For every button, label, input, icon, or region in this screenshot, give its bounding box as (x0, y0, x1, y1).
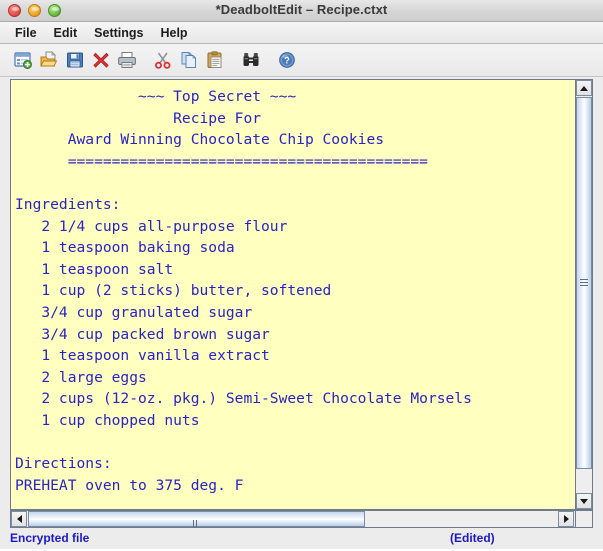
paste-clipboard-icon (207, 51, 222, 68)
toolbar-separator-3 (264, 47, 274, 73)
editor-area: ~~~ Top Secret ~~~ Recipe For Award Winn… (10, 79, 593, 546)
horizontal-scroll-thumb[interactable] (28, 511, 365, 546)
menu-item-help[interactable]: Help (152, 24, 196, 42)
print-button[interactable] (114, 47, 140, 73)
copy-icon (181, 51, 197, 68)
horizontal-scrollbar[interactable] (10, 510, 593, 546)
menu-item-edit[interactable]: Edit (46, 24, 87, 42)
help-button[interactable]: ? (274, 47, 300, 73)
scroll-grip-icon (192, 515, 201, 546)
toolbar-separator-1 (140, 47, 150, 73)
scroll-up-button[interactable] (576, 80, 592, 96)
menu-item-file[interactable]: File (7, 24, 46, 42)
window-title: *DeadboltEdit – Recipe.ctxt (215, 2, 388, 17)
vertical-scroll-thumb[interactable] (576, 97, 592, 469)
find-button[interactable] (238, 47, 264, 73)
vertical-scrollbar[interactable] (575, 79, 593, 510)
status-encryption-label: Encrypted file (10, 531, 90, 545)
open-file-button[interactable] (36, 47, 62, 73)
new-file-icon (14, 52, 32, 69)
title-bar: *DeadboltEdit – Recipe.ctxt (0, 0, 603, 22)
open-folder-icon (40, 51, 58, 67)
triangle-down-icon (580, 498, 588, 504)
toolbar-separator-2 (228, 47, 238, 73)
find-binoculars-icon (243, 53, 259, 66)
toolbar: ? (0, 44, 603, 77)
scroll-left-button[interactable] (11, 511, 27, 527)
paste-button[interactable] (202, 47, 228, 73)
print-icon (118, 52, 136, 68)
text-editor[interactable]: ~~~ Top Secret ~~~ Recipe For Award Winn… (10, 79, 575, 510)
status-bar: Encrypted file (Edited) (0, 530, 603, 549)
save-floppy-icon (67, 52, 83, 68)
document-text[interactable]: ~~~ Top Secret ~~~ Recipe For Award Winn… (15, 86, 575, 496)
app-window: *DeadboltEdit – Recipe.ctxt File Edit Se… (0, 0, 603, 549)
menu-bar: File Edit Settings Help (0, 22, 603, 44)
cut-scissors-icon (155, 52, 171, 69)
close-x-icon (93, 52, 109, 68)
help-question-icon: ? (279, 52, 295, 68)
cut-button[interactable] (150, 47, 176, 73)
scrollbar-corner (575, 510, 593, 528)
triangle-up-icon (580, 85, 588, 91)
triangle-left-icon (16, 515, 22, 523)
copy-button[interactable] (176, 47, 202, 73)
menu-item-settings[interactable]: Settings (86, 24, 152, 42)
scroll-down-button[interactable] (576, 493, 592, 509)
scroll-grip-icon (580, 279, 588, 287)
status-edited-label: (Edited) (450, 531, 495, 545)
triangle-right-icon (563, 515, 569, 523)
new-file-button[interactable] (10, 47, 36, 73)
svg-text:?: ? (284, 56, 290, 66)
save-button[interactable] (62, 47, 88, 73)
scroll-right-button[interactable] (558, 511, 574, 527)
close-file-button[interactable] (88, 47, 114, 73)
